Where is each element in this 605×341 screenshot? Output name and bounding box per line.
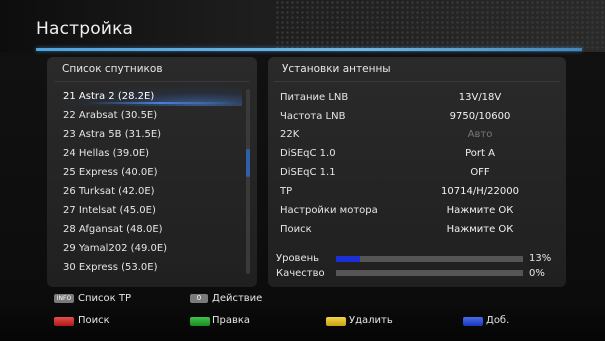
satellite-list-panel: Список спутников 21 Astra 2 (28.2E) 22 A…	[47, 57, 257, 287]
antenna-settings-title: Установки антенны	[282, 63, 391, 75]
satellite-item[interactable]: 21 Astra 2 (28.2E)	[63, 88, 241, 105]
setting-label: Поиск	[280, 224, 312, 235]
legend-delete-label: Удалить	[349, 315, 393, 326]
setting-label: Частота LNB	[280, 111, 346, 122]
setting-value[interactable]: Нажмите ОК	[410, 222, 550, 238]
setting-label: DiSEqC 1.1	[280, 167, 336, 178]
satellite-item[interactable]: 29 Yamal202 (49.0E)	[63, 240, 241, 257]
satellite-item[interactable]: 26 Turksat (42.0E)	[63, 183, 241, 200]
setting-row-22k: 22K Авто	[280, 127, 560, 143]
satellite-item[interactable]: 22 Arabsat (30.5E)	[63, 107, 241, 124]
green-key-icon	[190, 317, 210, 326]
legend-info-label: Список TP	[78, 293, 131, 304]
signal-quality-label: Качество	[276, 268, 325, 279]
setting-value[interactable]: 13V/18V	[410, 90, 550, 106]
satellite-list-title: Список спутников	[62, 63, 163, 75]
setting-value[interactable]: OFF	[410, 165, 550, 181]
signal-quality-value: 0%	[529, 268, 545, 279]
signal-level-value: 13%	[529, 253, 552, 264]
header-divider	[36, 48, 582, 51]
legend-edit-label: Правка	[212, 315, 251, 326]
satellite-item[interactable]: 23 Astra 5B (31.5E)	[63, 126, 241, 143]
blue-key-icon	[463, 317, 483, 326]
setting-row-diseqc-11[interactable]: DiSEqC 1.1 OFF	[280, 165, 560, 181]
setting-value: Авто	[467, 129, 493, 140]
setting-value[interactable]: 10714/H/22000	[410, 184, 550, 200]
antenna-settings-divider	[274, 81, 560, 82]
scrollbar-thumb[interactable]	[246, 149, 250, 177]
setup-screen: Настройка Список спутников 21 Astra 2 (2…	[0, 0, 605, 341]
signal-level-fill	[336, 256, 360, 262]
satellite-item[interactable]: 30 Express (53.0E)	[63, 259, 241, 276]
setting-label: 22K	[280, 129, 300, 140]
antenna-settings-panel: Установки антенны Питание LNB 13V/18V Ча…	[268, 57, 566, 287]
setting-row-tp[interactable]: TP 10714/H/22000	[280, 184, 560, 200]
satellite-item[interactable]: 28 Afgansat (48.0E)	[63, 221, 241, 238]
info-key-icon: INFO	[54, 294, 74, 303]
setting-row-lnb-frequency[interactable]: Частота LNB 9750/10600	[280, 109, 560, 125]
red-key-icon	[54, 317, 74, 326]
setting-value[interactable]: Нажмите ОК	[410, 203, 550, 219]
signal-level-label: Уровень	[276, 253, 320, 264]
page-title: Настройка	[36, 19, 134, 39]
signal-level-bar	[336, 256, 523, 262]
setting-row-diseqc-10[interactable]: DiSEqC 1.0 Port A	[280, 146, 560, 162]
setting-row-lnb-power[interactable]: Питание LNB 13V/18V	[280, 90, 560, 106]
setting-row-search[interactable]: Поиск Нажмите ОК	[280, 222, 560, 238]
setting-label: Питание LNB	[280, 92, 349, 103]
setting-row-motor[interactable]: Настройки мотора Нажмите ОК	[280, 203, 560, 219]
setting-label: Настройки мотора	[280, 205, 378, 216]
setting-value[interactable]: Port A	[410, 146, 550, 162]
legend-search-label: Поиск	[78, 315, 110, 326]
setting-label: TP	[280, 186, 293, 197]
yellow-key-icon	[326, 317, 346, 326]
legend-add-label: Доб.	[486, 315, 510, 326]
zero-key-icon: 0	[190, 294, 208, 303]
satellite-item[interactable]: 24 Hellas (39.0E)	[63, 145, 241, 162]
satellite-list-divider	[55, 81, 249, 82]
legend-action-label: Действие	[212, 293, 263, 304]
setting-label: DiSEqC 1.0	[280, 148, 336, 159]
satellite-item[interactable]: 27 Intelsat (45.0E)	[63, 202, 241, 219]
satellite-list-scrollbar[interactable]	[246, 89, 250, 274]
satellite-item[interactable]: 25 Express (40.0E)	[63, 164, 241, 181]
signal-quality-bar	[336, 270, 523, 276]
setting-value[interactable]: 9750/10600	[410, 109, 550, 125]
